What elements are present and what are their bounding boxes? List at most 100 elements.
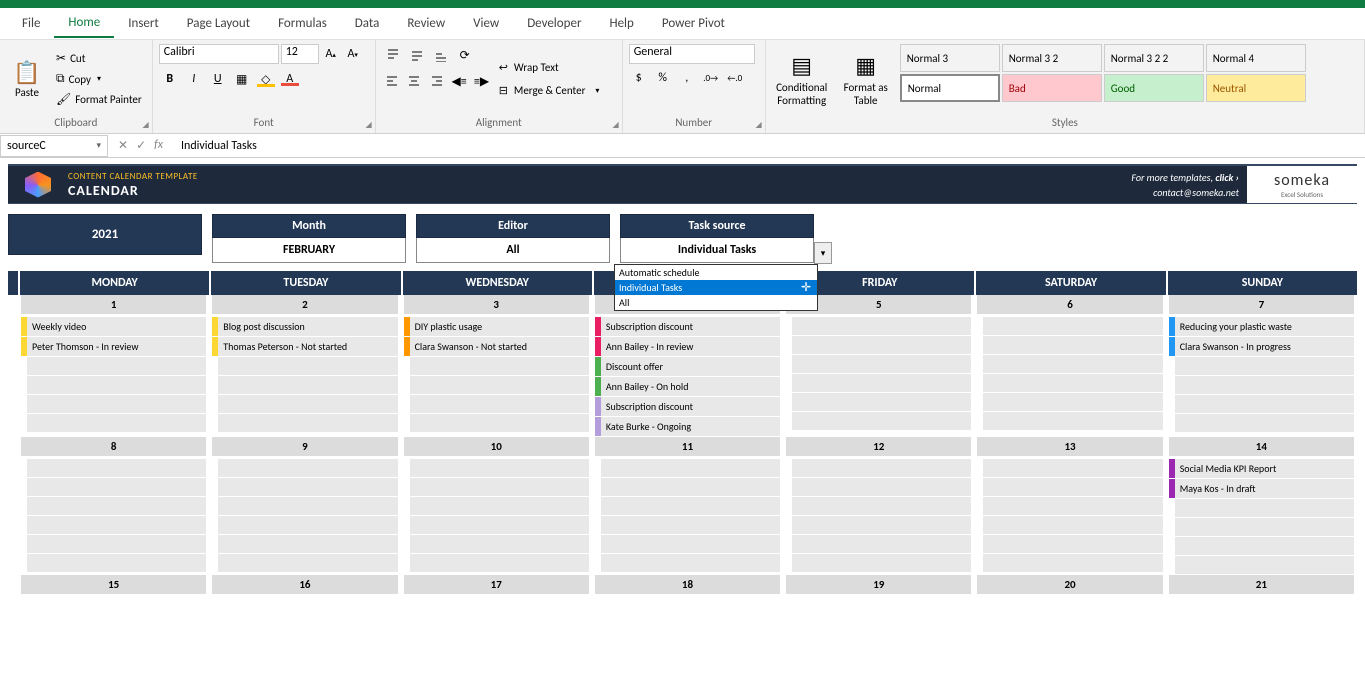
number-format-select[interactable]: General [629,44,755,64]
calendar-cell[interactable]: 21 [1166,575,1357,597]
calendar-cell[interactable]: 1Weekly videoPeter Thomson - In review [18,295,209,437]
name-box[interactable]: sourceC ▾ [0,135,108,157]
menu-power-pivot[interactable]: Power Pivot [648,10,739,37]
align-left-button[interactable] [382,70,402,92]
dropdown-option-selected[interactable]: Individual Tasks [615,280,817,295]
align-right-button[interactable] [427,70,447,92]
format-as-table-button[interactable]: ▦Format as Table [836,44,896,114]
copy-button[interactable]: ⧉Copy▾ [52,70,146,88]
orientation-button[interactable]: ⟳ [454,44,476,66]
menu-formulas[interactable]: Formulas [264,10,341,37]
align-top-button[interactable] [382,44,404,66]
calendar-cell[interactable]: 6 [974,295,1165,437]
align-bottom-button[interactable] [430,44,452,66]
borders-button[interactable]: ▦ [231,68,253,90]
calendar-cell[interactable]: 20 [974,575,1165,597]
calendar-task[interactable]: Reducing your plastic waste [1169,317,1354,336]
style-normal-4[interactable]: Normal 4 [1206,44,1306,72]
calendar-cell[interactable]: 14Social Media KPI ReportMaya Kos - In d… [1166,437,1357,575]
fill-color-button[interactable]: ◇ [255,68,277,90]
increase-font-button[interactable]: A▴ [321,44,341,64]
wrap-text-button[interactable]: ↩Wrap Text [496,58,616,77]
align-center-button[interactable] [404,70,424,92]
increase-indent-button[interactable]: ≡▶ [471,70,491,92]
cut-button[interactable]: ✂Cut [52,49,146,68]
format-painter-button[interactable]: 🖌Format Painter [52,90,146,109]
alignment-launcher-icon[interactable]: ◢ [613,120,619,130]
formula-input[interactable]: Individual Tasks [173,139,1365,153]
percent-format-button[interactable]: % [653,68,673,88]
font-color-button[interactable]: A [279,68,301,90]
dropdown-option[interactable]: Automatic schedule [615,265,817,280]
calendar-task[interactable]: Weekly video [21,317,206,336]
bold-button[interactable]: B [159,68,181,90]
calendar-cell[interactable]: 7Reducing your plastic wasteClara Swanso… [1166,295,1357,437]
increase-decimal-button[interactable]: .0→ [701,68,721,88]
font-size-select[interactable]: 12 [281,44,319,64]
calendar-cell[interactable]: 12 [783,437,974,575]
cancel-formula-button[interactable]: ✕ [118,138,128,153]
calendar-cell[interactable]: 13 [974,437,1165,575]
decrease-decimal-button[interactable]: ←.0 [725,68,745,88]
menu-insert[interactable]: Insert [114,10,173,37]
calendar-cell[interactable]: 2Blog post discussionThomas Peterson - N… [209,295,400,437]
style-normal-3-2[interactable]: Normal 3 2 [1002,44,1102,72]
style-normal-3[interactable]: Normal 3 [900,44,1000,72]
accounting-format-button[interactable]: $ [629,68,649,88]
style-neutral[interactable]: Neutral [1206,74,1306,102]
menu-file[interactable]: File [8,10,54,37]
style-normal[interactable]: Normal [900,74,1000,102]
conditional-formatting-button[interactable]: ▤Conditional Formatting [772,44,832,114]
font-launcher-icon[interactable]: ◢ [366,120,372,130]
calendar-cell[interactable]: 11 [592,437,783,575]
template-link[interactable]: For more templates, click › [1131,171,1239,184]
menu-view[interactable]: View [459,10,513,37]
clipboard-launcher-icon[interactable]: ◢ [143,120,149,130]
insert-function-button[interactable]: fx [154,138,163,153]
style-good[interactable]: Good [1104,74,1204,102]
comma-format-button[interactable]: , [677,68,697,88]
underline-button[interactable]: U [207,68,229,90]
italic-button[interactable]: I [183,68,205,90]
menu-home[interactable]: Home [54,9,114,38]
calendar-cell[interactable]: 4Subscription discountAnn Bailey - In re… [592,295,783,437]
calendar-cell[interactable]: 10 [401,437,592,575]
dropdown-option[interactable]: All [615,295,817,310]
menu-help[interactable]: Help [595,10,647,37]
style-bad[interactable]: Bad [1002,74,1102,102]
calendar-task[interactable]: Discount offer [595,357,780,376]
calendar-cell[interactable]: 19 [783,575,974,597]
menu-page-layout[interactable]: Page Layout [173,10,264,37]
menu-review[interactable]: Review [393,10,459,37]
paste-button[interactable]: 📋 Paste [6,44,48,114]
style-normal-3-2-2[interactable]: Normal 3 2 2 [1104,44,1204,72]
empty-slot [218,554,397,572]
calendar-task[interactable]: Blog post discussion [212,317,397,336]
calendar-task[interactable]: DIY plastic usage [404,317,589,336]
merge-center-button[interactable]: ⊟Merge & Center▾ [496,81,616,100]
calendar-cell[interactable]: 16 [209,575,400,597]
enter-formula-button[interactable]: ✓ [136,138,146,153]
calendar-cell[interactable]: 3DIY plastic usageClara Swanson - Not st… [401,295,592,437]
menu-developer[interactable]: Developer [513,10,595,37]
task-source-value[interactable]: Individual Tasks [620,238,814,263]
calendar-task[interactable]: Subscription discount [595,397,780,416]
calendar-cell[interactable]: 15 [18,575,209,597]
font-name-select[interactable]: Calibri [159,44,279,64]
calendar-cell[interactable]: 17 [401,575,592,597]
align-middle-button[interactable] [406,44,428,66]
calendar-cell[interactable]: 9 [209,437,400,575]
calendar-cell[interactable]: 18 [592,575,783,597]
number-launcher-icon[interactable]: ◢ [756,120,762,130]
calendar-cell[interactable]: 5 [783,295,974,437]
calendar-task[interactable]: Social Media KPI Report [1169,459,1354,478]
decrease-indent-button[interactable]: ◀≡ [449,70,469,92]
editor-value[interactable]: All [416,238,610,263]
year-value[interactable]: 2021 [8,214,202,255]
calendar-task[interactable]: Subscription discount [595,317,780,336]
decrease-font-button[interactable]: A▾ [343,44,363,64]
menu-data[interactable]: Data [341,10,394,37]
dropdown-button[interactable]: ▾ [814,242,832,264]
month-value[interactable]: FEBRUARY [212,238,406,263]
calendar-cell[interactable]: 8 [18,437,209,575]
